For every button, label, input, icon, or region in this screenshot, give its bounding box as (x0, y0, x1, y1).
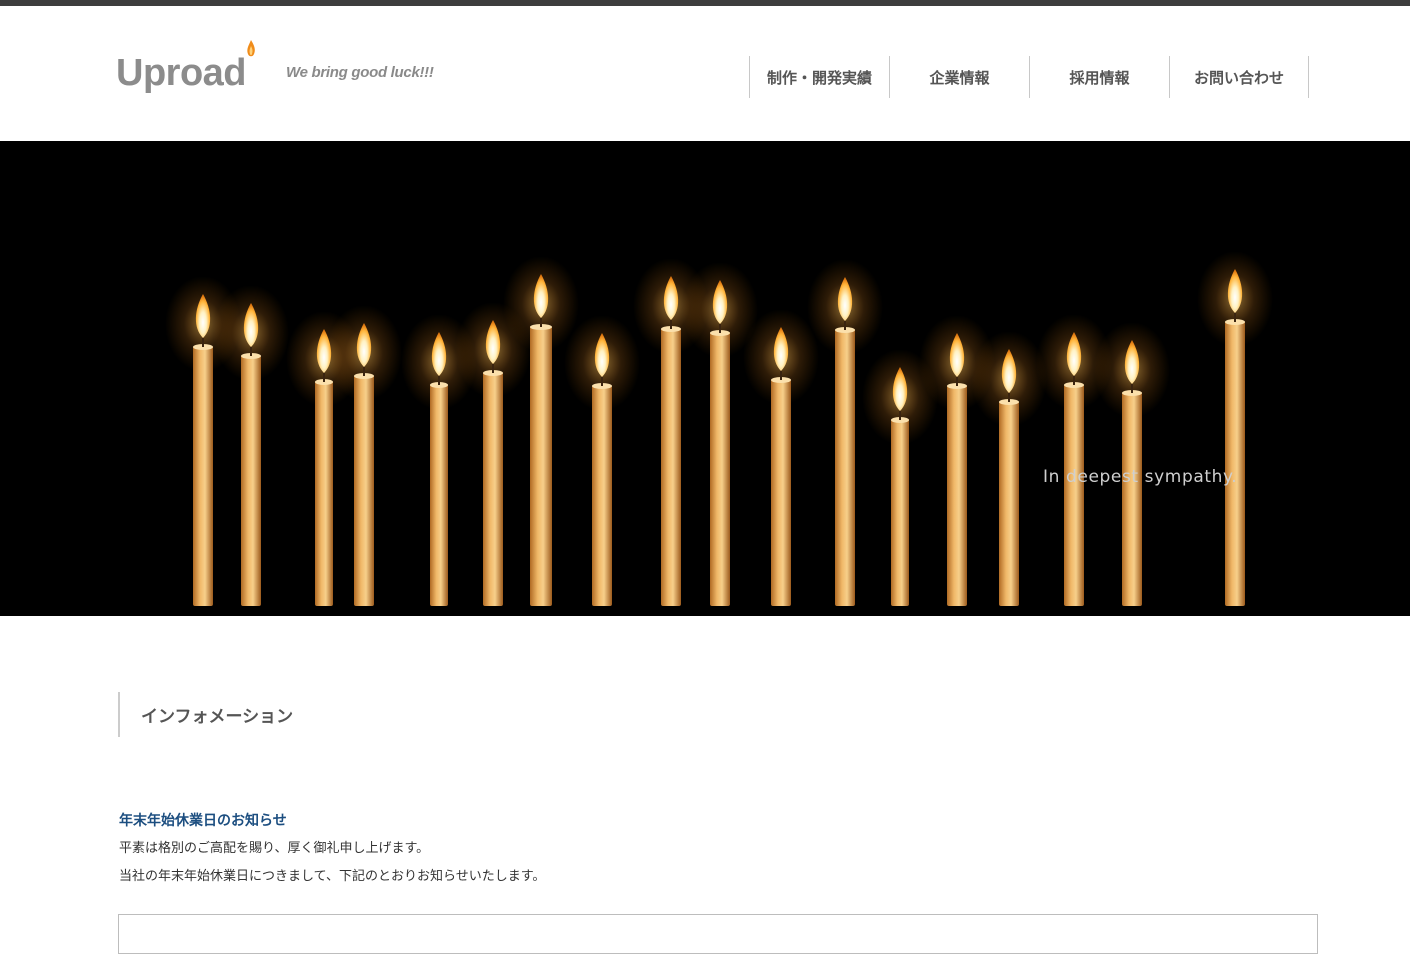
notice-line-2: 当社の年末年始休業日につきまして、下記のとおりお知らせいたします。 (119, 869, 546, 884)
tagline: We bring good luck!!! (286, 64, 434, 81)
nav-item-recruit[interactable]: 採用情報 (1029, 56, 1169, 98)
candles-image (0, 141, 1410, 616)
logo-text: Uproad (116, 52, 247, 94)
section-title: インフォメーション (118, 692, 293, 737)
notice-detail-box (118, 914, 1318, 954)
notice-line-1: 平素は格別のご高配を賜り、厚く御礼申し上げます。 (119, 841, 430, 856)
global-nav: 制作・開発実績 企業情報 採用情報 お問い合わせ (749, 56, 1309, 98)
site-header: Uproad We bring good luck!!! 制作・開発実績 企業情… (0, 6, 1410, 141)
notice-title[interactable]: 年末年始休業日のお知らせ (119, 810, 287, 830)
hero-banner: In deepest sympathy. (0, 141, 1410, 616)
hero-caption: In deepest sympathy. (1043, 467, 1238, 487)
nav-item-contact[interactable]: お問い合わせ (1169, 56, 1309, 98)
nav-item-company[interactable]: 企業情報 (889, 56, 1029, 98)
nav-item-works[interactable]: 制作・開発実績 (749, 56, 889, 98)
flame-icon (247, 40, 255, 57)
